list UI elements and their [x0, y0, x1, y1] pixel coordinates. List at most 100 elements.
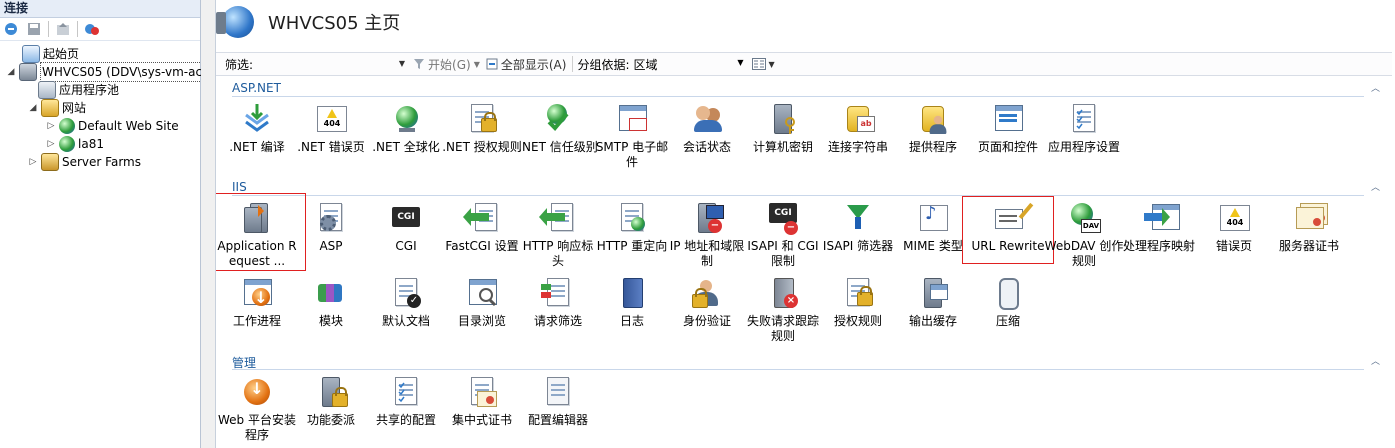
tree-item-label: Default Web Site: [78, 119, 179, 133]
group-header-management[interactable]: 管理 ︿: [216, 354, 1386, 370]
feature-label: CGI: [395, 239, 417, 253]
feature-label: 输出缓存: [908, 314, 957, 328]
feature-authorization-rules[interactable]: 授权规则: [817, 276, 899, 350]
feature-label: .NET 全球化: [372, 140, 440, 154]
feature-compression[interactable]: 压缩: [967, 276, 1049, 350]
feature-authentication[interactable]: 身份验证: [666, 276, 748, 350]
collapse-group-icon[interactable]: ︿: [1371, 81, 1380, 94]
feature-ip-domain-restrictions[interactable]: − IP 地址和域限制: [666, 201, 748, 275]
tree-item-sites[interactable]: ◢ 网站: [28, 99, 86, 117]
feature-label: .NET 错误页: [297, 140, 365, 154]
feature-label: 压缩: [995, 314, 1020, 328]
save-icon[interactable]: [24, 20, 44, 38]
feature-app-settings[interactable]: 应用程序设置: [1043, 102, 1125, 176]
globe-icon: [389, 102, 423, 136]
feature-fastcgi-settings[interactable]: FastCGI 设置: [441, 201, 523, 275]
handler-mapping-icon: [1142, 201, 1180, 235]
feature-cgi[interactable]: CGI CGI: [365, 201, 447, 275]
feature-isapi-cgi-restrictions[interactable]: CGI − ISAPI 和 CGI 限制: [742, 201, 824, 275]
group-by-value: 区域: [633, 57, 658, 72]
feature-label: SMTP 电子邮件: [595, 140, 669, 169]
filter-input[interactable]: ▼: [257, 56, 407, 72]
go-button[interactable]: 开始(G) ▼: [413, 56, 480, 73]
collapse-group-icon[interactable]: ︿: [1371, 180, 1380, 193]
asp-icon: [314, 201, 348, 235]
feature-configuration-editor[interactable]: 配置编辑器: [517, 375, 599, 448]
feature-label: 配置编辑器: [527, 413, 588, 427]
disconnect-icon[interactable]: [82, 20, 102, 38]
server-icon: [19, 63, 37, 81]
feature-label: 默认文档: [381, 314, 430, 328]
feature-output-caching[interactable]: 输出缓存: [892, 276, 974, 350]
tree-item-server[interactable]: ◢ WHVCS05 (DDV\sys-vm-ac: [6, 62, 205, 82]
feature-server-certificates[interactable]: 服务器证书: [1268, 201, 1350, 275]
feature-label: Web 平台安装程序: [218, 413, 296, 442]
feature-default-document[interactable]: ✓ 默认文档: [365, 276, 447, 350]
group-by-select[interactable]: 区域 ▼: [634, 56, 744, 73]
feature-centralized-certificates[interactable]: 集中式证书: [441, 375, 523, 448]
tree-item-default-web-site[interactable]: ▷ Default Web Site: [46, 117, 179, 135]
up-icon[interactable]: [53, 20, 73, 38]
feature-label: ISAPI 和 CGI 限制: [747, 239, 819, 268]
group-header-aspnet[interactable]: ASP.NET ︿: [216, 81, 1386, 97]
feature-net-compilation[interactable]: .NET 编译: [216, 102, 298, 176]
feature-machine-key[interactable]: 计算机密钥: [742, 102, 824, 176]
connect-icon[interactable]: [2, 20, 22, 38]
feature-webdav-authoring[interactable]: DAV WebDAV 创作规则: [1043, 201, 1125, 275]
feature-net-trust-levels[interactable]: .NET 信任级别: [517, 102, 599, 176]
tree-item-server-farms[interactable]: ▷ Server Farms: [28, 153, 141, 171]
show-all-button[interactable]: 全部显示(A): [486, 56, 566, 73]
collapse-icon[interactable]: ◢: [6, 63, 16, 81]
tree-item-la81[interactable]: ▷ la81: [46, 135, 104, 153]
feature-label: 提供程序: [908, 140, 957, 154]
view-mode-button[interactable]: ▼: [751, 58, 775, 70]
feature-label: 共享的配置: [375, 413, 436, 427]
panel-splitter[interactable]: [201, 0, 216, 448]
tree-item-label: 网站: [62, 101, 87, 115]
feature-net-globalization[interactable]: .NET 全球化: [365, 102, 447, 176]
default-doc-icon: ✓: [389, 276, 423, 310]
feature-logging[interactable]: 日志: [591, 276, 673, 350]
feature-error-pages[interactable]: 404 错误页: [1193, 201, 1275, 275]
feature-failed-request-tracing[interactable]: × 失败请求跟踪规则: [742, 276, 824, 350]
group-title: ASP.NET: [232, 81, 281, 95]
feature-directory-browsing[interactable]: 目录浏览: [441, 276, 523, 350]
expand-icon[interactable]: ▷: [28, 153, 38, 171]
feature-label: 工作进程: [232, 314, 281, 328]
feature-net-authorization[interactable]: .NET 授权规则: [441, 102, 523, 176]
feature-worker-processes[interactable]: 工作进程: [216, 276, 298, 350]
feature-connection-strings[interactable]: ab 连接字符串: [817, 102, 899, 176]
group-header-iis[interactable]: IIS ︿: [216, 180, 1386, 196]
expand-icon[interactable]: ▷: [46, 117, 56, 135]
feature-providers[interactable]: 提供程序: [892, 102, 974, 176]
session-state-icon: [690, 102, 724, 136]
feature-net-error-pages[interactable]: 404 .NET 错误页: [290, 102, 372, 176]
tree-item-label: WHVCS05 (DDV\sys-vm-ac: [40, 62, 205, 82]
server-globe-icon: [216, 6, 254, 38]
feature-session-state[interactable]: 会话状态: [666, 102, 748, 176]
dropdown-arrow-icon: ▼: [768, 59, 775, 69]
feature-http-redirect[interactable]: HTTP 重定向: [591, 201, 673, 275]
feature-application-request-routing[interactable]: Application Request ...: [216, 201, 298, 275]
feature-web-platform-installer[interactable]: Web 平台安装程序: [216, 375, 298, 448]
feature-handler-mappings[interactable]: 处理程序映射: [1118, 201, 1200, 275]
toolbar-separator: [77, 21, 78, 37]
feature-delegation[interactable]: 功能委派: [290, 375, 372, 448]
feature-modules[interactable]: 模块: [290, 276, 372, 350]
features-view: WHVCS05 主页 筛选: ▼ 开始(G) ▼ 全部显示(A) 分组依据: 区…: [216, 0, 1395, 448]
feature-smtp-email[interactable]: SMTP 电子邮件: [591, 102, 673, 176]
feature-request-filtering[interactable]: 请求筛选: [517, 276, 599, 350]
tree-item-start-page[interactable]: 起始页: [22, 45, 79, 63]
isapi-filter-icon: [841, 201, 875, 235]
feature-http-response-headers[interactable]: HTTP 响应标头: [517, 201, 599, 275]
feature-isapi-filters[interactable]: ISAPI 筛选器: [817, 201, 899, 275]
feature-pages-controls[interactable]: 页面和控件: [967, 102, 1049, 176]
feature-asp[interactable]: ASP: [290, 201, 372, 275]
tree-item-app-pools[interactable]: 应用程序池: [38, 81, 119, 99]
feature-shared-configuration[interactable]: 共享的配置: [365, 375, 447, 448]
features-scroll-area[interactable]: ASP.NET ︿ .NET 编译 404 .NET 错误页 .NET 全球化 …: [216, 76, 1392, 448]
expand-icon[interactable]: ▷: [46, 135, 56, 153]
collapse-icon[interactable]: ◢: [28, 99, 38, 117]
collapse-group-icon[interactable]: ︿: [1371, 354, 1380, 367]
feature-url-rewrite[interactable]: URL Rewrite: [967, 201, 1049, 275]
